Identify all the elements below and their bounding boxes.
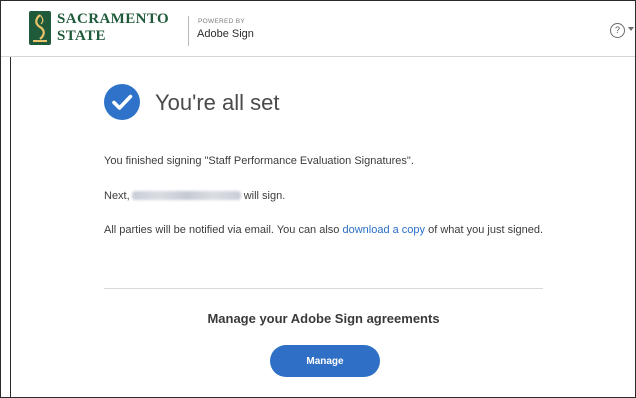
page-title: You're all set: [155, 90, 280, 115]
sacramento-state-logo: SACRAMENTO STATE: [29, 11, 169, 45]
product-name: Adobe Sign: [197, 28, 254, 40]
brand-line2: STATE: [57, 28, 106, 44]
brand-line1: SACRAMENTO: [57, 11, 170, 27]
chevron-down-icon[interactable]: [628, 27, 634, 31]
notify-text: All parties will be notified via email. …: [104, 224, 340, 236]
redacted-email: [131, 191, 241, 200]
notify-message: All parties will be notified via email. …: [104, 222, 554, 238]
manage-heading: Manage your Adobe Sign agreements: [207, 311, 440, 326]
notify-suffix: of what you just signed.: [428, 224, 544, 236]
help-icon[interactable]: ?: [610, 23, 625, 38]
finished-message: You finished signing "Staff Performance …: [104, 155, 414, 167]
header-divider: [188, 16, 189, 46]
next-prefix: Next,: [104, 190, 130, 202]
manage-button[interactable]: Manage: [270, 345, 380, 377]
check-circle-icon: [104, 84, 140, 120]
header: SACRAMENTO STATE POWERED BY Adobe Sign ?: [1, 1, 635, 57]
brand-wordmark: SACRAMENTO STATE: [57, 12, 169, 44]
download-copy-link[interactable]: download a copy: [342, 224, 425, 236]
section-divider: [104, 288, 543, 289]
app-window: SACRAMENTO STATE POWERED BY Adobe Sign ?…: [0, 0, 636, 398]
next-signer-message: Next, will sign.: [104, 188, 554, 204]
next-suffix: will sign.: [243, 190, 286, 202]
powered-by-label: POWERED BY: [198, 18, 246, 25]
panel-left-border: [10, 57, 11, 397]
logo-seal-icon: [29, 11, 51, 45]
